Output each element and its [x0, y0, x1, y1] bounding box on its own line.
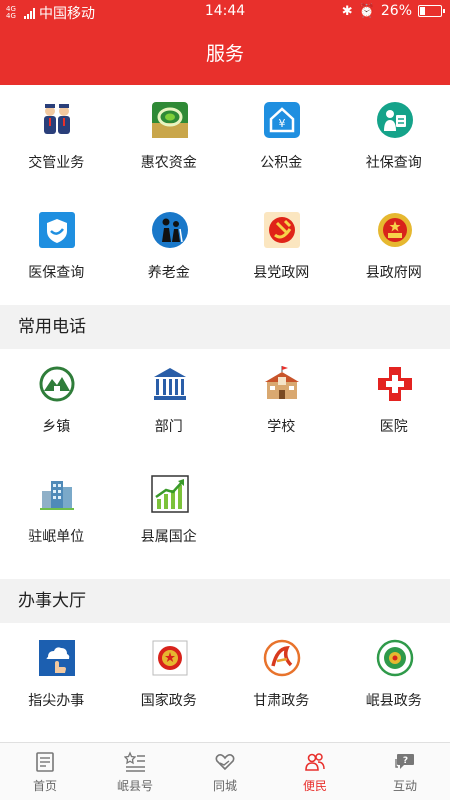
township-icon	[38, 365, 76, 403]
tab-minxian-hao[interactable]: 岷县号	[90, 743, 180, 800]
bottom-tab-bar: 首页 岷县号 同城 便民 ? 互动	[0, 742, 450, 800]
school-icon	[263, 365, 301, 403]
service-label: 医保查询	[28, 265, 85, 281]
gansu-affairs-icon	[263, 639, 301, 677]
hall-gansu[interactable]: 甘肃政务	[225, 623, 338, 733]
svg-text:¥: ¥	[279, 117, 286, 130]
hall-label: 甘肃政务	[253, 693, 310, 709]
service-farm[interactable]: 惠农资金	[113, 85, 226, 195]
service-label: 养老金	[147, 265, 190, 281]
star-list-icon	[124, 751, 145, 772]
phone-label: 乡镇	[42, 419, 71, 435]
phone-hospital[interactable]: 医院	[338, 349, 450, 459]
services-grid: 交管业务 惠农资金 ¥ 公积金 社保查询 医保查询 养老金 县党政网 县政府网	[0, 85, 450, 305]
service-label: 惠农资金	[140, 155, 197, 171]
phone-township[interactable]: 乡镇	[0, 349, 113, 459]
service-label: 县党政网	[253, 265, 310, 281]
cloud-hand-icon	[38, 639, 76, 677]
service-label: 交管业务	[28, 155, 85, 171]
home-news-icon	[36, 752, 54, 772]
tab-label: 同城	[212, 779, 237, 793]
phone-label: 学校	[267, 419, 296, 435]
phone-label: 县属国企	[140, 529, 197, 545]
party-emblem-icon	[263, 211, 301, 249]
battery-percent: 26%	[380, 3, 412, 19]
tab-convenience[interactable]: 便民	[270, 743, 360, 800]
service-label: 社保查询	[365, 155, 422, 171]
people-icon	[305, 753, 325, 771]
service-pension[interactable]: 养老金	[113, 195, 226, 305]
traffic-police-icon	[38, 101, 76, 139]
medical-insurance-icon	[38, 211, 76, 249]
tab-label: 便民	[302, 779, 327, 793]
bluetooth-icon: ✱	[341, 3, 353, 19]
housing-fund-icon: ¥	[263, 101, 301, 139]
svg-text:?: ?	[403, 756, 408, 766]
status-bar: 4G 4G 中国移动 14:44 ✱ ⏰ 26%	[0, 0, 450, 24]
tab-label: 互动	[392, 779, 417, 793]
phone-label: 部门	[154, 419, 183, 435]
social-security-icon	[376, 101, 414, 139]
phone-label: 驻岷单位	[28, 529, 85, 545]
tab-interaction[interactable]: ? 互动	[360, 743, 450, 800]
tab-same-city[interactable]: 同城	[180, 743, 270, 800]
hospital-cross-icon	[376, 365, 414, 403]
phone-stationed-units[interactable]: 驻岷单位	[0, 459, 113, 569]
hall-national[interactable]: 国家政务	[113, 623, 226, 733]
national-affairs-icon	[151, 639, 189, 677]
hall-grid: 指尖办事 国家政务 甘肃政务 岷县政务	[0, 623, 450, 733]
service-social-security[interactable]: 社保查询	[338, 85, 450, 195]
service-traffic[interactable]: 交管业务	[0, 85, 113, 195]
growth-chart-icon	[150, 475, 189, 513]
phone-label: 医院	[379, 419, 408, 435]
minxian-affairs-icon	[376, 639, 414, 677]
pension-icon	[151, 211, 189, 249]
hall-fingertip[interactable]: 指尖办事	[0, 623, 113, 733]
service-gov-site[interactable]: 县政府网	[338, 195, 450, 305]
phone-department[interactable]: 部门	[113, 349, 226, 459]
battery-fill	[420, 7, 425, 15]
phone-state-enterprises[interactable]: 县属国企	[113, 459, 226, 569]
service-party-site[interactable]: 县党政网	[225, 195, 338, 305]
service-housing-fund[interactable]: ¥ 公积金	[225, 85, 338, 195]
section-header-hall: 办事大厅	[0, 579, 450, 623]
office-building-icon	[38, 475, 76, 513]
service-label: 县政府网	[365, 265, 422, 281]
department-building-icon	[151, 365, 189, 403]
battery-icon	[418, 5, 445, 17]
national-emblem-icon	[376, 211, 414, 249]
tab-label: 首页	[32, 779, 57, 793]
alarm-icon: ⏰	[358, 3, 375, 19]
hall-label: 国家政务	[140, 693, 197, 709]
heart-hand-icon	[215, 754, 235, 771]
phones-grid: 乡镇 部门 学校 医院 驻岷单位 县属国企	[0, 349, 450, 569]
hall-label: 岷县政务	[365, 693, 422, 709]
hall-minxian[interactable]: 岷县政务	[338, 623, 450, 733]
tab-home[interactable]: 首页	[0, 743, 90, 800]
phone-school[interactable]: 学校	[225, 349, 338, 459]
farm-subsidy-icon	[151, 101, 189, 139]
hall-label: 指尖办事	[28, 693, 85, 709]
service-medical-insurance[interactable]: 医保查询	[0, 195, 113, 305]
section-header-phones: 常用电话	[0, 305, 450, 349]
tab-label: 岷县号	[116, 779, 153, 793]
chat-question-icon: ?	[395, 754, 414, 769]
page-title: 服务	[0, 24, 450, 85]
service-label: 公积金	[260, 155, 303, 171]
